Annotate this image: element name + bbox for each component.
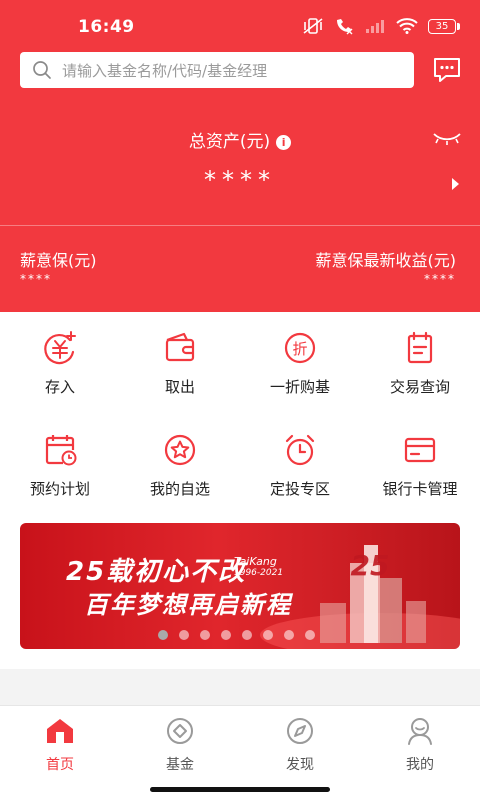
action-label: 银行卡管理 [382, 480, 458, 498]
alarm-clock-icon [285, 434, 315, 466]
status-bar: 16:49 35 [0, 0, 480, 52]
fund-icon [167, 718, 193, 744]
tab-label: 基金 [166, 757, 194, 773]
action-label: 存入 [44, 378, 75, 396]
svg-text:折: 折 [292, 340, 307, 358]
action-label: 一折购基 [269, 378, 330, 396]
wallet-icon [165, 332, 195, 362]
action-favorites[interactable]: 我的自选 [120, 432, 240, 499]
action-deposit[interactable]: 存入 [0, 330, 120, 397]
calendar-clock-icon [45, 435, 77, 466]
banner-subheadline: 百年梦想再启新程 [84, 591, 292, 619]
search-icon [33, 61, 51, 79]
salary-balance-label: 薪意保(元) [20, 251, 97, 270]
pagination-dot[interactable] [284, 630, 294, 640]
compass-icon [287, 718, 313, 744]
info-icon[interactable]: i [276, 135, 292, 150]
status-icons: 35 [302, 17, 460, 35]
action-label: 预约计划 [29, 480, 90, 498]
pagination-dot[interactable] [200, 630, 210, 640]
deposit-yen-icon [44, 331, 76, 365]
search-placeholder: 请输入基金名称/代码/基金经理 [62, 61, 268, 80]
bank-card-icon [404, 437, 436, 463]
action-bank-cards[interactable]: 银行卡管理 [360, 432, 480, 499]
banner-brand: TaiKang [234, 555, 277, 568]
svg-text:25: 25 [351, 549, 390, 582]
star-icon [164, 434, 196, 466]
pagination-dot[interactable] [305, 630, 315, 640]
action-transactions[interactable]: 交易查询 [360, 330, 480, 397]
home-indicator [150, 787, 330, 792]
pagination-dot[interactable] [263, 630, 273, 640]
salary-earnings-label: 薪意保最新收益(元) [315, 251, 457, 270]
pagination-dot[interactable] [158, 630, 168, 640]
vibrate-off-icon [303, 18, 323, 34]
total-assets-title: 总资产(元) [188, 132, 271, 152]
banner-pagination [158, 630, 315, 640]
action-label: 取出 [164, 378, 195, 396]
action-discount-buy[interactable]: 折 一折购基 [240, 330, 360, 397]
wifi-icon [396, 18, 418, 34]
battery-indicator: 35 [428, 18, 460, 34]
action-label: 交易查询 [389, 378, 450, 396]
pagination-dot[interactable] [242, 630, 252, 640]
status-time: 16:49 [78, 17, 135, 37]
discount-icon: 折 [284, 332, 316, 364]
tab-home[interactable]: 首页 [0, 716, 120, 774]
salary-earnings-value: **** [424, 272, 456, 286]
action-withdraw[interactable]: 取出 [120, 330, 240, 397]
tab-label: 首页 [46, 757, 74, 773]
action-auto-invest[interactable]: 定投专区 [240, 432, 360, 499]
action-label: 我的自选 [149, 480, 210, 498]
tab-label: 发现 [286, 757, 314, 773]
total-assets-label: 总资产(元) i [0, 127, 480, 152]
tab-profile[interactable]: 我的 [360, 716, 480, 774]
salary-balance-value: **** [20, 272, 52, 286]
chevron-right-icon[interactable] [452, 178, 459, 190]
total-assets-value: **** [204, 166, 276, 194]
pagination-dot[interactable] [221, 630, 231, 640]
promo-banner[interactable]: 25 25载初心不改 百年梦想再启新程 TaiKang 1996-2021 [20, 523, 460, 649]
message-icon[interactable] [432, 56, 462, 84]
tab-fund[interactable]: 基金 [120, 716, 240, 774]
tab-discover[interactable]: 发现 [240, 716, 360, 774]
action-label: 定投专区 [269, 480, 330, 498]
document-icon [407, 331, 433, 364]
banner-headline: 25载初心不改 [66, 557, 247, 587]
profile-icon [408, 718, 432, 745]
call-off-icon [337, 19, 353, 35]
search-bar[interactable]: 请输入基金名称/代码/基金经理 [20, 52, 414, 88]
banner-years: 1996-2021 [234, 568, 284, 578]
signal-icon [366, 20, 384, 33]
eye-closed-icon[interactable] [432, 130, 462, 146]
action-scheduled-plan[interactable]: 预约计划 [0, 432, 120, 499]
pagination-dot[interactable] [179, 630, 189, 640]
header-divider [0, 225, 480, 226]
tab-label: 我的 [406, 757, 434, 773]
home-icon [47, 719, 73, 743]
